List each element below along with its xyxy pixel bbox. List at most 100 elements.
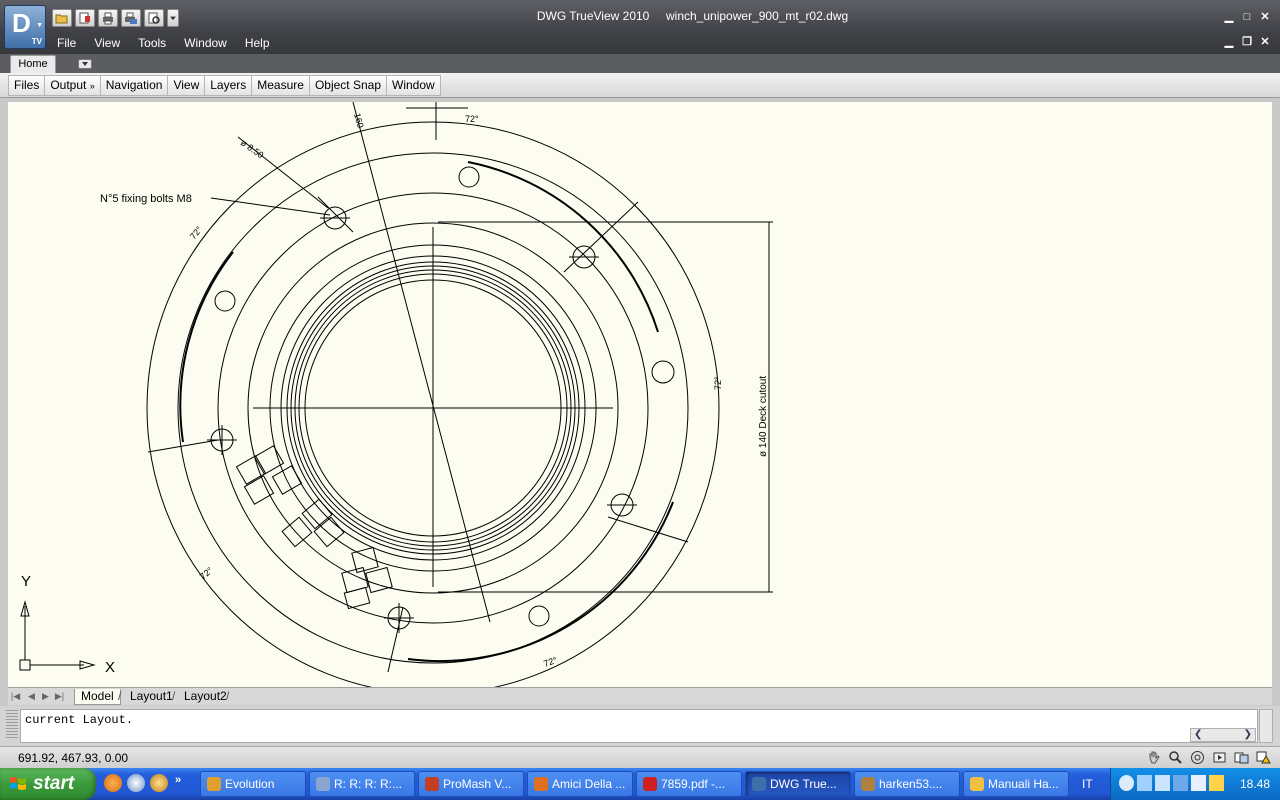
language-indicator[interactable]: IT [1082, 777, 1093, 791]
file-name: winch_unipower_900_mt_r02.dwg [666, 9, 849, 23]
panel-view[interactable]: View [167, 75, 206, 96]
showmotion-icon [1213, 752, 1225, 763]
menu-file[interactable]: File [48, 34, 85, 52]
command-grip-handle[interactable] [6, 710, 18, 740]
status-bar: 691.92, 467.93, 0.00 [0, 746, 1280, 768]
angle-label-3: 72° [713, 376, 723, 390]
task-dwg-trueview[interactable]: DWG True... [745, 771, 851, 797]
ucs-x-label: X [105, 659, 115, 676]
quick-launch: » [104, 774, 181, 792]
tab-model[interactable]: Model [74, 689, 121, 705]
monitor-icon[interactable] [1191, 775, 1206, 791]
command-line[interactable]: current Layout. [20, 709, 1258, 743]
windows-logo-icon [10, 777, 26, 790]
task-label: harken53.... [879, 777, 943, 791]
ribbon-panels: Files Output » Navigation View Layers Me… [0, 73, 1280, 98]
next-layout-icon[interactable]: ▶ [40, 690, 51, 703]
task-label: DWG True... [770, 777, 837, 791]
doc-restore-icon[interactable]: ❐ [1240, 35, 1254, 48]
task-firefox[interactable]: Amici Della ... [527, 771, 633, 797]
evolution-app-icon [207, 777, 221, 791]
document-controls: ▁ ❐ ✕ [1222, 35, 1272, 48]
task-pdf[interactable]: 7859.pdf -... [636, 771, 742, 797]
firefox-icon[interactable] [104, 774, 122, 792]
command-line-area: current Layout. ❮ ❯ [0, 706, 1280, 746]
coordinate-readout: 691.92, 467.93, 0.00 [18, 751, 129, 765]
maximize-icon[interactable]: □ [1240, 10, 1254, 23]
layouts-icon [1234, 752, 1248, 764]
doc-minimize-icon[interactable]: ▁ [1222, 35, 1236, 48]
task-mail[interactable]: R: R: R: R:... [309, 771, 415, 797]
pan-button[interactable] [1144, 749, 1162, 766]
panel-output[interactable]: Output » [44, 75, 101, 96]
last-layout-icon[interactable]: ▶| [54, 690, 65, 703]
title-bar: D ▼ TV DWG TrueView 2010 winch_unipower_… [0, 0, 1280, 54]
display-icon[interactable] [1173, 775, 1188, 791]
minimize-icon[interactable]: ▁ [1222, 10, 1236, 23]
close-icon[interactable]: ✕ [1258, 10, 1272, 23]
flange-thick-arc-2 [179, 251, 234, 443]
task-label: R: R: R: R:... [334, 777, 403, 791]
menu-window[interactable]: Window [175, 34, 236, 52]
zoom-icon [1168, 751, 1182, 764]
scroll-left-icon[interactable]: ❮ [1194, 729, 1202, 740]
tab-home[interactable]: Home [10, 55, 56, 73]
warning-tray-icon[interactable] [1209, 775, 1224, 791]
browser-icon[interactable] [150, 774, 168, 792]
task-harken[interactable]: harken53.... [854, 771, 960, 797]
task-evolution[interactable]: Evolution [200, 771, 306, 797]
panel-navigation[interactable]: Navigation [99, 75, 169, 96]
chevron-down-icon: ▼ [36, 22, 43, 29]
app-logo-sub: TV [31, 37, 42, 46]
tray-download-icon[interactable] [1137, 775, 1152, 791]
showmotion-button[interactable] [1210, 749, 1228, 766]
panel-layers[interactable]: Layers [204, 75, 253, 96]
tab-separator: / [172, 689, 176, 703]
panel-object-snap[interactable]: Object Snap [308, 75, 387, 96]
tab-layout1[interactable]: Layout1 [124, 689, 179, 705]
first-layout-icon[interactable]: |◀ [10, 690, 21, 703]
flange-thick-arc-3 [407, 501, 674, 662]
menu-help[interactable]: Help [236, 34, 279, 52]
warning-icon [1256, 751, 1271, 764]
quick-launch-more[interactable]: » [175, 774, 181, 792]
panel-measure[interactable]: Measure [251, 75, 310, 96]
steering-wheel-button[interactable] [1188, 749, 1206, 766]
evolution-icon[interactable] [127, 774, 145, 792]
system-tray: 18.48 [1110, 768, 1280, 800]
drawing-canvas[interactable]: N°5 fixing bolts M8 ø 8.50 ø 140 Deck cu… [8, 102, 1272, 687]
menu-view[interactable]: View [85, 34, 129, 52]
quick-view-layouts-button[interactable] [1232, 749, 1250, 766]
annotation-button[interactable] [1254, 749, 1272, 766]
command-hscroll[interactable]: ❮ ❯ [1190, 728, 1256, 742]
task-promash[interactable]: ProMash V... [418, 771, 524, 797]
panel-files[interactable]: Files [8, 75, 46, 96]
steering-wheel-icon [1190, 751, 1204, 764]
task-folder[interactable]: Manuali Ha... [963, 771, 1069, 797]
zoom-button[interactable] [1166, 749, 1184, 766]
command-vscroll[interactable] [1259, 709, 1273, 743]
ucs-icon [19, 600, 96, 671]
dim-160-label: 160 [352, 112, 366, 129]
task-label: 7859.pdf -... [661, 777, 726, 791]
tab-layout2[interactable]: Layout2 [178, 689, 233, 705]
pdf-app-icon [643, 777, 657, 791]
flange-thick-arc [467, 161, 659, 333]
network-icon[interactable] [1155, 775, 1170, 791]
start-button[interactable]: start [0, 768, 96, 800]
menu-bar: File View Tools Window Help [48, 34, 279, 52]
ucs-y-label: Y [21, 573, 31, 590]
panel-window[interactable]: Window [386, 75, 441, 96]
cutout-annotation: ø 140 Deck cutout [758, 376, 769, 457]
folder-icon [970, 777, 984, 791]
clock: 18.48 [1239, 777, 1270, 791]
prev-layout-icon[interactable]: ◀ [26, 690, 37, 703]
menu-tools[interactable]: Tools [129, 34, 175, 52]
ribbon-minimize-button[interactable] [78, 59, 92, 69]
cad-drawing: N°5 fixing bolts M8 ø 8.50 ø 140 Deck cu… [19, 102, 773, 687]
angle-label-1: 72° [465, 114, 479, 124]
tray-expand-icon[interactable] [1119, 775, 1134, 791]
scroll-right-icon[interactable]: ❯ [1244, 729, 1252, 740]
command-history-text: current Layout. [25, 713, 134, 727]
doc-close-icon[interactable]: ✕ [1258, 35, 1272, 48]
